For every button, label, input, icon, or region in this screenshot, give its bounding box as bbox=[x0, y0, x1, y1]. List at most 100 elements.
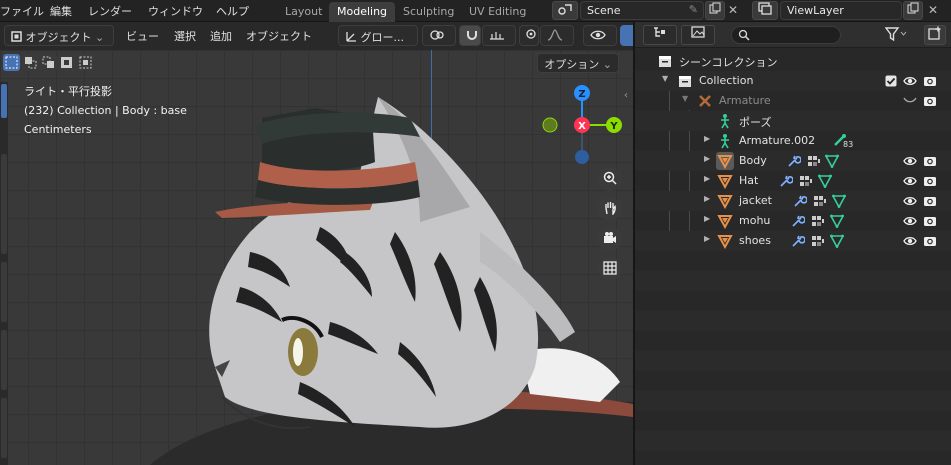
3d-viewport[interactable]: オブジェクト ⌄ ビュー 選択 追加 オブジェクト グロー... オプション ⌄… bbox=[0, 22, 633, 465]
outliner-empty-area[interactable] bbox=[635, 251, 951, 465]
visibility-dropdown[interactable] bbox=[583, 25, 617, 46]
navigation-gizmo[interactable]: Z Y X bbox=[537, 80, 627, 170]
vertex-groups-icon bbox=[812, 236, 824, 246]
outliner-search-input[interactable] bbox=[731, 26, 841, 44]
close-icon[interactable]: ✕ bbox=[728, 3, 738, 17]
scene-collection-row[interactable]: シーンコレクション bbox=[635, 51, 951, 71]
select-extend-icon[interactable] bbox=[22, 54, 39, 71]
tab-modeling[interactable]: Modeling bbox=[329, 2, 396, 22]
toolbar-tab-active[interactable] bbox=[1, 84, 7, 118]
new-view-layer-button[interactable] bbox=[903, 1, 923, 20]
filter-dropdown[interactable] bbox=[681, 25, 715, 45]
expand-arrow-icon[interactable]: ▶ bbox=[704, 174, 710, 183]
select-new-icon[interactable] bbox=[3, 54, 20, 71]
menu-object[interactable]: オブジェクト bbox=[246, 28, 312, 44]
eye-icon[interactable] bbox=[903, 74, 917, 88]
eye-icon[interactable] bbox=[903, 194, 917, 208]
object-row-hat[interactable]: ▶ Hat bbox=[635, 171, 951, 191]
expand-arrow-icon[interactable]: ▶ bbox=[704, 194, 710, 203]
chevron-left-icon[interactable]: ‹ bbox=[624, 90, 628, 101]
scene-browse-button[interactable] bbox=[552, 1, 578, 20]
toolbar-tab[interactable] bbox=[1, 398, 7, 458]
falloff-dropdown[interactable] bbox=[540, 25, 574, 46]
collection-icon bbox=[679, 76, 691, 87]
eye-icon[interactable] bbox=[903, 234, 917, 248]
proportional-edit-toggle[interactable] bbox=[519, 25, 539, 46]
snap-target-dropdown[interactable] bbox=[482, 25, 516, 46]
new-collection-button[interactable] bbox=[924, 25, 946, 45]
select-intersect-icon[interactable] bbox=[77, 54, 94, 71]
armature-data-icon bbox=[721, 134, 729, 149]
vertex-groups-icon bbox=[814, 196, 826, 206]
new-scene-button[interactable] bbox=[705, 1, 725, 20]
viewport-gizmo-toggle[interactable] bbox=[620, 25, 633, 46]
object-row-body[interactable]: ▶ Body bbox=[635, 151, 951, 171]
camera-icon[interactable] bbox=[923, 174, 937, 188]
pose-row[interactable]: ポーズ bbox=[635, 111, 951, 131]
orientation-icon bbox=[346, 32, 356, 42]
neg-z-axis-handle[interactable] bbox=[575, 150, 589, 164]
close-icon[interactable]: ✕ bbox=[928, 3, 938, 17]
armature-data-row[interactable]: ▶ Armature.002 83 bbox=[635, 131, 951, 151]
wrench-icon bbox=[792, 235, 805, 247]
chevron-down-icon: ⌄ bbox=[602, 58, 612, 71]
tab-uv-editing[interactable]: UV Editing bbox=[461, 2, 534, 22]
search-icon bbox=[738, 29, 750, 41]
menu-select[interactable]: 選択 bbox=[174, 28, 196, 44]
transform-orientation-dropdown[interactable]: グロー... bbox=[338, 25, 418, 46]
eye-icon[interactable] bbox=[903, 154, 917, 168]
checkbox-checked-icon[interactable] bbox=[885, 75, 897, 87]
view-layer-browse-button[interactable] bbox=[752, 1, 778, 20]
mode-dropdown[interactable]: オブジェクト ⌄ bbox=[4, 25, 114, 46]
menu-help[interactable]: ヘルプ bbox=[216, 3, 249, 19]
menu-window[interactable]: ウィンドウ bbox=[148, 3, 203, 19]
expand-arrow-icon[interactable]: ▼ bbox=[682, 94, 688, 103]
collection-row[interactable]: ▼ Collection bbox=[635, 71, 951, 91]
eye-icon[interactable] bbox=[903, 174, 917, 188]
filter-funnel-icon[interactable] bbox=[884, 26, 907, 45]
tab-sculpting[interactable]: Sculpting bbox=[395, 2, 462, 22]
view-layer-name-field[interactable]: ViewLayer bbox=[780, 1, 902, 20]
menu-render[interactable]: レンダー bbox=[88, 3, 132, 19]
pan-hand-icon[interactable] bbox=[598, 197, 622, 221]
scene-name-field[interactable]: Scene ✎ bbox=[580, 1, 704, 20]
object-label: shoes bbox=[739, 234, 771, 247]
menu-edit[interactable]: 編集 bbox=[50, 3, 72, 19]
options-dropdown[interactable]: オプション ⌄ bbox=[537, 53, 619, 73]
expand-arrow-icon[interactable]: ▼ bbox=[662, 74, 668, 83]
pin-icon[interactable]: ✎ bbox=[689, 3, 698, 16]
neg-y-axis-handle[interactable] bbox=[542, 117, 558, 133]
grid-ortho-icon[interactable] bbox=[598, 257, 622, 281]
object-row-jacket[interactable]: ▶ jacket bbox=[635, 191, 951, 211]
camera-icon[interactable] bbox=[923, 194, 937, 208]
camera-icon[interactable] bbox=[923, 94, 937, 108]
camera-icon[interactable] bbox=[923, 74, 937, 88]
menu-view[interactable]: ビュー bbox=[126, 28, 159, 44]
pivot-dropdown[interactable] bbox=[422, 25, 456, 46]
armature-row[interactable]: ▼ Armature bbox=[635, 91, 951, 111]
toolbar-tab[interactable] bbox=[1, 262, 7, 322]
display-mode-dropdown[interactable] bbox=[643, 25, 677, 45]
camera-icon[interactable] bbox=[923, 234, 937, 248]
object-row-mohu[interactable]: ▶ mohu bbox=[635, 211, 951, 231]
snap-toggle[interactable] bbox=[459, 25, 481, 46]
zoom-icon[interactable] bbox=[598, 167, 622, 191]
eye-icon[interactable] bbox=[903, 214, 917, 228]
options-label: オプション bbox=[544, 58, 600, 71]
expand-arrow-icon[interactable]: ▶ bbox=[704, 154, 710, 163]
toolbar-tab[interactable] bbox=[1, 330, 7, 390]
expand-arrow-icon[interactable]: ▶ bbox=[704, 134, 710, 143]
expand-arrow-icon[interactable]: ▶ bbox=[704, 234, 710, 243]
camera-icon[interactable] bbox=[923, 154, 937, 168]
menu-add[interactable]: 追加 bbox=[210, 28, 232, 44]
camera-view-icon[interactable] bbox=[598, 227, 622, 251]
menu-file[interactable]: ファイル bbox=[0, 3, 44, 19]
select-invert-icon[interactable] bbox=[58, 54, 75, 71]
tab-layout[interactable]: Layout bbox=[277, 2, 330, 22]
object-row-shoes[interactable]: ▶ shoes bbox=[635, 231, 951, 251]
expand-arrow-icon[interactable]: ▶ bbox=[704, 214, 710, 223]
camera-icon[interactable] bbox=[923, 214, 937, 228]
eye-closed-icon[interactable] bbox=[903, 97, 917, 105]
select-subtract-icon[interactable] bbox=[40, 54, 57, 71]
toolbar-tab[interactable] bbox=[1, 154, 7, 254]
